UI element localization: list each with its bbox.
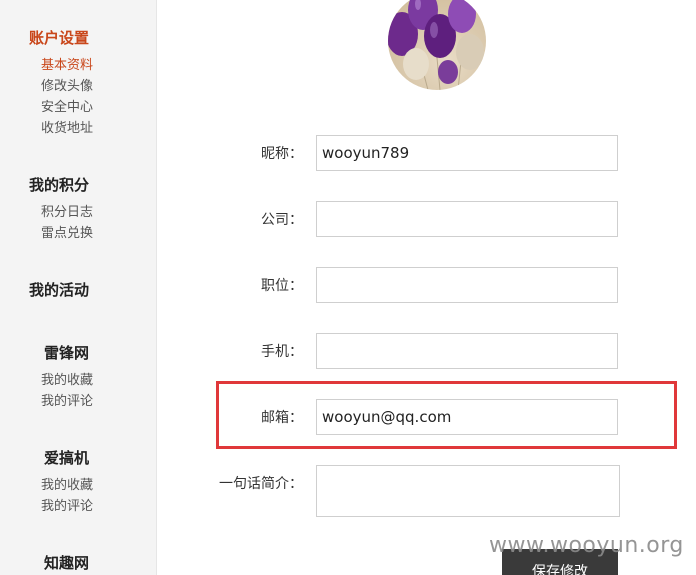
sidebar-item-shipping-address[interactable]: 收货地址 bbox=[41, 121, 93, 137]
nickname-label: 昵称： bbox=[261, 146, 303, 162]
watermark-text: www.wooyun.org bbox=[489, 533, 684, 558]
sidebar: 账户设置 基本资料 修改头像 安全中心 收货地址 我的积分 积分日志 雷点兑换 … bbox=[0, 0, 157, 575]
sidebar-heading-leifeng[interactable]: 雷锋网 bbox=[44, 344, 89, 362]
profile-settings-page: 账户设置 基本资料 修改头像 安全中心 收货地址 我的积分 积分日志 雷点兑换 … bbox=[0, 0, 696, 575]
sidebar-item-aigaoji-favorites[interactable]: 我的收藏 bbox=[41, 478, 93, 494]
sidebar-item-basic-info[interactable]: 基本资料 bbox=[41, 58, 93, 74]
bio-field[interactable] bbox=[316, 465, 620, 517]
nickname-field[interactable] bbox=[316, 135, 618, 171]
position-label: 职位： bbox=[261, 278, 303, 294]
sidebar-heading-my-points[interactable]: 我的积分 bbox=[29, 176, 89, 194]
avatar[interactable] bbox=[388, 0, 486, 90]
company-field[interactable] bbox=[316, 201, 618, 237]
phone-label: 手机： bbox=[261, 344, 303, 360]
balloons-avatar-image bbox=[388, 0, 484, 90]
sidebar-item-points-log[interactable]: 积分日志 bbox=[41, 205, 93, 221]
sidebar-heading-zhiqu[interactable]: 知趣网 bbox=[44, 554, 89, 572]
sidebar-heading-aigaoji[interactable]: 爱搞机 bbox=[44, 449, 89, 467]
sidebar-item-leifeng-favorites[interactable]: 我的收藏 bbox=[41, 373, 93, 389]
sidebar-heading-my-activities[interactable]: 我的活动 bbox=[29, 281, 89, 299]
phone-field[interactable] bbox=[316, 333, 618, 369]
bio-label: 一句话简介： bbox=[219, 476, 303, 492]
sidebar-item-points-exchange[interactable]: 雷点兑换 bbox=[41, 226, 93, 242]
company-label: 公司： bbox=[261, 212, 303, 228]
sidebar-item-change-avatar[interactable]: 修改头像 bbox=[41, 79, 93, 95]
sidebar-item-leifeng-comments[interactable]: 我的评论 bbox=[41, 394, 93, 410]
sidebar-heading-account-settings[interactable]: 账户设置 bbox=[29, 29, 89, 47]
position-field[interactable] bbox=[316, 267, 618, 303]
sidebar-item-security-center[interactable]: 安全中心 bbox=[41, 100, 93, 116]
email-label: 邮箱： bbox=[261, 410, 303, 426]
sidebar-item-aigaoji-comments[interactable]: 我的评论 bbox=[41, 499, 93, 515]
email-field[interactable] bbox=[316, 399, 618, 435]
